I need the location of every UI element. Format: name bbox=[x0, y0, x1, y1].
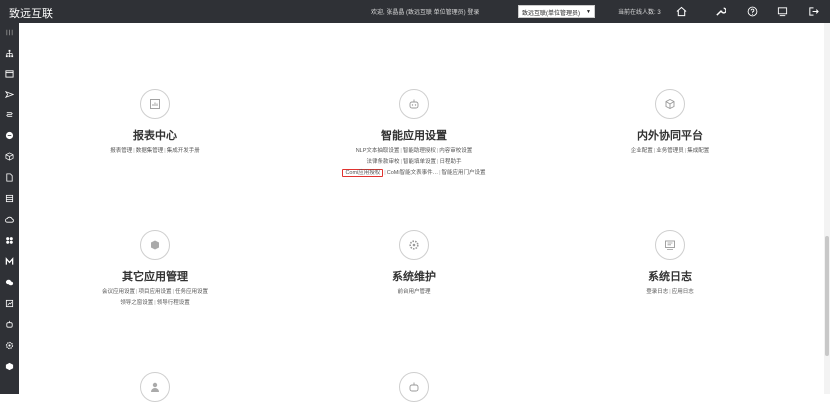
link-project-settings[interactable]: 项目应用设置 bbox=[138, 289, 171, 295]
card-links: 登录日志|应用日志 bbox=[646, 289, 694, 295]
card-system-maintenance: 系统维护 前台用户管理 bbox=[339, 230, 489, 298]
doc-icon[interactable] bbox=[4, 172, 15, 183]
org-icon[interactable] bbox=[4, 48, 15, 59]
link-smart-portal[interactable]: 智能应用门户设置 bbox=[442, 170, 486, 176]
link-leader-window[interactable]: 领导之窗设置 bbox=[120, 300, 153, 306]
link-integration-config[interactable]: 集成配置 bbox=[687, 148, 709, 154]
cube-icon[interactable] bbox=[655, 89, 685, 119]
link-app-log[interactable]: 应用日志 bbox=[672, 289, 694, 295]
apps-icon[interactable] bbox=[4, 235, 15, 246]
home-icon[interactable] bbox=[674, 4, 689, 19]
link-business-admin[interactable]: 业务管理员 bbox=[656, 148, 684, 154]
box-icon[interactable] bbox=[140, 230, 170, 260]
list-icon[interactable] bbox=[4, 193, 15, 204]
card-links: 报表管理|数据集管理|集成开发手册 bbox=[110, 148, 200, 154]
link-report-manage[interactable]: 报表管理 bbox=[110, 148, 132, 154]
monitor-icon[interactable] bbox=[775, 4, 790, 19]
chat-icon[interactable] bbox=[4, 130, 15, 141]
link-leader-schedule[interactable]: 领导行程设置 bbox=[157, 300, 190, 306]
card-title[interactable]: 其它应用管理 bbox=[80, 268, 230, 284]
logout-icon[interactable] bbox=[806, 4, 821, 19]
link-integration-manual[interactable]: 集成开发手册 bbox=[167, 148, 200, 154]
robot-icon[interactable] bbox=[399, 372, 429, 402]
card-title[interactable]: 系统日志 bbox=[595, 268, 745, 284]
link-smart-form[interactable]: 智能填单设置 bbox=[403, 159, 436, 165]
link-enterprise-config[interactable]: 企业配置 bbox=[631, 148, 653, 154]
card-report-center: 报表中心 报表管理|数据集管理|集成开发手册 bbox=[80, 89, 230, 157]
report-chart-icon[interactable] bbox=[140, 89, 170, 119]
shield-icon[interactable] bbox=[4, 361, 15, 372]
message-icon[interactable] bbox=[4, 277, 15, 288]
card-other-apps: 其它应用管理 会议应用设置|项目应用设置|任务应用设置 领导之窗设置|领导行程设… bbox=[80, 230, 230, 309]
card-links: 前台用户管理 bbox=[339, 287, 489, 298]
calendar-icon[interactable] bbox=[4, 68, 15, 79]
menu-icon[interactable] bbox=[4, 27, 15, 38]
card-title[interactable]: 系统维护 bbox=[339, 268, 489, 284]
chevron-down-icon: ▼ bbox=[586, 9, 591, 15]
send-icon[interactable] bbox=[4, 89, 15, 100]
link-comi-events[interactable]: CoMi智能文表事件… bbox=[387, 170, 438, 176]
card-row3-left bbox=[140, 372, 170, 402]
link-legal-review[interactable]: 法律条款审校 bbox=[367, 159, 400, 165]
mail-icon[interactable] bbox=[4, 256, 15, 267]
scrollbar-thumb[interactable] bbox=[825, 236, 829, 356]
link-login-log[interactable]: 登录日志 bbox=[646, 289, 668, 295]
gear-icon[interactable] bbox=[399, 230, 429, 260]
card-links: 企业配置|业务管理员|集成配置 bbox=[630, 148, 710, 154]
card-links: 会议应用设置|项目应用设置|任务应用设置 领导之窗设置|领导行程设置 bbox=[102, 289, 208, 306]
link-nlp-extract[interactable]: NLP文本抽取设置 bbox=[356, 148, 400, 154]
help-icon[interactable] bbox=[745, 4, 760, 19]
settings-icon[interactable] bbox=[4, 340, 15, 351]
card-title[interactable]: 智能应用设置 bbox=[314, 127, 514, 143]
chart-icon[interactable] bbox=[4, 298, 15, 309]
robot-icon[interactable] bbox=[399, 89, 429, 119]
welcome-text: 欢迎, 张晶晶 (致远互联 单位管理员) 登录 bbox=[371, 10, 480, 16]
monitor-icon[interactable] bbox=[655, 230, 685, 260]
link-frontend-users[interactable]: 前台用户管理 bbox=[397, 289, 430, 295]
card-smart-apps: 智能应用设置 NLP文本抽取设置|智能助理授权|内容审校设置 法律条款审校|智能… bbox=[314, 89, 514, 179]
link-schedule-assistant[interactable]: 日程助手 bbox=[439, 159, 461, 165]
brand-logo[interactable]: 致远互联 bbox=[9, 5, 53, 21]
cube-icon[interactable] bbox=[4, 151, 15, 162]
card-title[interactable]: 报表中心 bbox=[80, 127, 230, 143]
sidebar bbox=[0, 23, 19, 394]
link-comi-auth[interactable]: Comi应用授权 bbox=[342, 169, 384, 177]
top-bar: 致远互联 欢迎, 张晶晶 (致远互联 单位管理员) 登录 致远互联(单位管理员)… bbox=[0, 0, 830, 23]
cloud-icon[interactable] bbox=[4, 214, 15, 225]
link-task-settings[interactable]: 任务应用设置 bbox=[175, 289, 208, 295]
link-meeting-settings[interactable]: 会议应用设置 bbox=[102, 289, 135, 295]
card-row3-middle bbox=[399, 372, 429, 402]
card-collab-platform: 内外协同平台 企业配置|业务管理员|集成配置 bbox=[595, 89, 745, 157]
wrench-icon[interactable] bbox=[713, 4, 728, 19]
link-assistant-auth[interactable]: 智能助理授权 bbox=[403, 148, 436, 154]
link-content-review[interactable]: 内容审校设置 bbox=[439, 148, 472, 154]
org-select-value: 致远互联(单位管理员) bbox=[522, 11, 580, 17]
org-select[interactable]: 致远互联(单位管理员) ▼ bbox=[518, 5, 595, 18]
user-icon[interactable] bbox=[140, 372, 170, 402]
link-dataset-manage[interactable]: 数据集管理 bbox=[136, 148, 164, 154]
flow-icon[interactable] bbox=[4, 109, 15, 120]
card-title[interactable]: 内外协同平台 bbox=[595, 127, 745, 143]
online-count: 当前在线人数: 3 bbox=[618, 10, 661, 16]
card-links: NLP文本抽取设置|智能助理授权|内容审校设置 法律条款审校|智能填单设置|日程… bbox=[314, 146, 514, 179]
card-system-log: 系统日志 登录日志|应用日志 bbox=[595, 230, 745, 298]
robot-icon[interactable] bbox=[4, 319, 15, 330]
